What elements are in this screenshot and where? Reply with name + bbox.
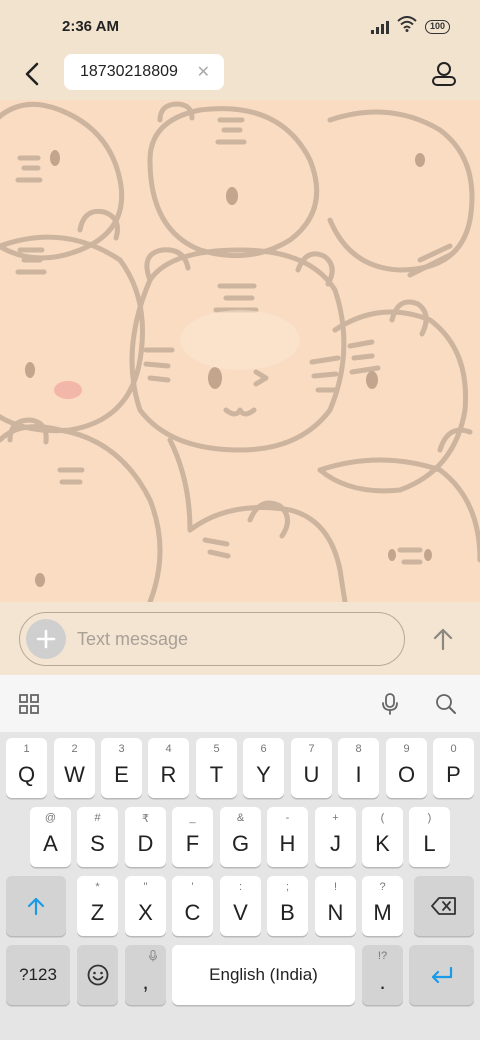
key-j[interactable]: + J	[315, 807, 356, 867]
comma-key[interactable]: ,	[125, 945, 166, 1005]
plus-icon	[36, 629, 56, 649]
key-o[interactable]: 9O	[386, 738, 427, 798]
add-attachment-button[interactable]	[26, 619, 66, 659]
backspace-icon	[431, 897, 456, 915]
contact-button[interactable]	[428, 58, 460, 90]
key-p[interactable]: 0P	[433, 738, 474, 798]
key-v[interactable]: :V	[220, 876, 261, 936]
key-h[interactable]: -H	[267, 807, 308, 867]
key-b[interactable]: ; B	[267, 876, 308, 936]
symbols-key[interactable]: ?123	[6, 945, 70, 1005]
message-placeholder: Text message	[77, 629, 189, 649]
shift-key[interactable]	[6, 876, 66, 936]
recipient-number: 18730218809	[80, 63, 178, 80]
back-button[interactable]	[16, 58, 48, 90]
emoji-key[interactable]	[77, 945, 118, 1005]
key-s[interactable]: # S	[77, 807, 118, 867]
key-g[interactable]: & G	[220, 807, 261, 867]
key-t[interactable]: 5T	[196, 738, 237, 798]
person-icon	[432, 62, 456, 86]
apps-grid-icon	[19, 694, 39, 714]
key-e[interactable]: 3E	[101, 738, 142, 798]
send-arrow-icon	[433, 628, 453, 651]
keyboard-search-button[interactable]	[434, 692, 458, 716]
key-r[interactable]: 4R	[148, 738, 189, 798]
microphone-icon	[148, 950, 157, 962]
key-k[interactable]: (K	[362, 807, 403, 867]
key-d[interactable]: ₹ D	[125, 807, 166, 867]
onscreen-keyboard: 1Q 2W 3E 4R 5T 6Y 7U 8I 9O 0P @ A # S ₹ D _…	[0, 732, 480, 1040]
tiger-pattern-illustration	[0, 101, 480, 602]
key-q[interactable]: 1Q	[6, 738, 47, 798]
apps-grid-button[interactable]	[18, 693, 42, 717]
key-l[interactable]: ) L	[409, 807, 450, 867]
status-time: 2:36 AM	[62, 18, 119, 35]
message-input[interactable]: Text message	[19, 612, 405, 666]
status-bar: 2:36 AM 100	[0, 0, 480, 48]
chat-wallpaper	[0, 100, 480, 602]
key-n[interactable]: ! N	[315, 876, 356, 936]
key-f[interactable]: _ F	[172, 807, 213, 867]
key-c[interactable]: ' C	[172, 876, 213, 936]
key-z[interactable]: * Z	[77, 876, 118, 936]
key-w[interactable]: 2W	[54, 738, 95, 798]
keyboard-toolbar	[0, 675, 480, 732]
message-composer: Text message	[0, 602, 480, 675]
send-button[interactable]	[428, 624, 458, 654]
signal-icon	[370, 20, 389, 34]
key-i[interactable]: 8I	[338, 738, 379, 798]
status-icons: 100	[370, 16, 450, 37]
enter-icon	[431, 966, 452, 984]
period-key[interactable]: !? .	[362, 945, 403, 1005]
enter-key[interactable]	[409, 945, 474, 1005]
key-a[interactable]: @ A	[30, 807, 71, 867]
shift-arrow-icon	[27, 897, 45, 916]
battery-icon: 100	[424, 19, 450, 34]
key-m[interactable]: ? M	[362, 876, 403, 936]
key-x[interactable]: " X	[125, 876, 166, 936]
search-icon	[436, 694, 456, 714]
close-icon[interactable]: ✕	[197, 62, 210, 82]
space-key[interactable]: English (India)	[172, 945, 355, 1005]
back-arrow-icon	[25, 62, 39, 86]
wifi-icon	[397, 16, 417, 37]
microphone-button[interactable]	[378, 692, 402, 716]
backspace-key[interactable]	[414, 876, 474, 936]
microphone-icon	[382, 693, 398, 715]
conversation-header: 18730218809 ✕	[0, 48, 480, 100]
key-y[interactable]: 6Y	[243, 738, 284, 798]
smiley-icon	[87, 964, 108, 986]
key-u[interactable]: 7U	[291, 738, 332, 798]
recipient-chip[interactable]: 18730218809 ✕	[64, 54, 224, 90]
